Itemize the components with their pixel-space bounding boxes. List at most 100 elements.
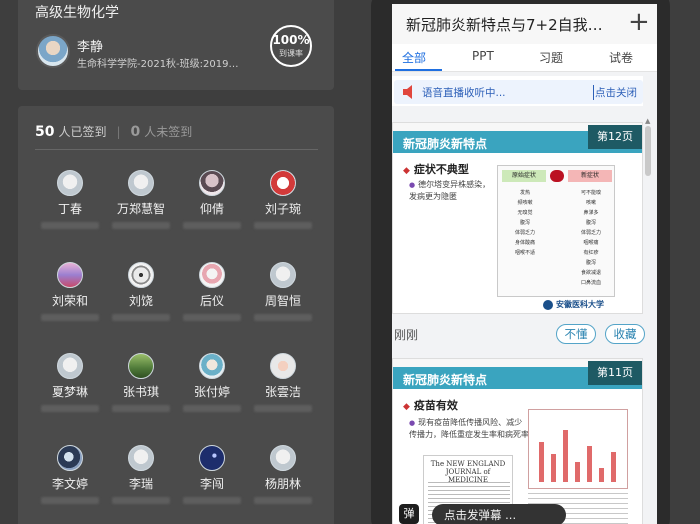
student-name: 刘荣和: [51, 294, 88, 308]
student-item[interactable]: 李闯: [177, 445, 247, 504]
student-name: 刘饶: [128, 294, 153, 308]
student-item[interactable]: 杨朋林: [248, 445, 318, 504]
teacher-avatar: [36, 34, 70, 68]
student-item[interactable]: 刘荣和: [35, 262, 105, 321]
symptom-comparison-table: 原始症状 新症状 发热 频咳嗽 无嗅觉 腹泻 体弱乏力 身体酸痛 咽喉不适 可不…: [497, 165, 615, 297]
arrow-icon: [550, 170, 564, 182]
attendance-rate-badge: 100% 到课率: [270, 25, 312, 67]
vaccine-chart-image: [528, 409, 628, 489]
student-id-blurred: [254, 314, 312, 321]
unsigned-label: 人未签到: [144, 125, 193, 139]
original-symptom-list: 发热 频咳嗽 无嗅觉 腹泻 体弱乏力 身体酸痛 咽喉不适: [514, 190, 535, 256]
student-id-blurred: [183, 314, 241, 321]
dont-understand-button[interactable]: 不懂: [556, 324, 596, 344]
student-id-blurred: [112, 497, 170, 504]
student-avatar: [57, 170, 83, 196]
ppt-slide-card[interactable]: 新冠肺炎新特点 第11页 疫苗有效 现有疫苗降低传播风险、减少传播力，降低重症发…: [392, 358, 643, 524]
teacher-name: 李静: [77, 40, 104, 55]
tab-all[interactable]: 全部: [402, 49, 426, 66]
student-id-blurred: [183, 222, 241, 229]
student-avatar: [128, 262, 154, 288]
student-item[interactable]: 刘子琬: [248, 170, 318, 229]
student-id-blurred: [254, 222, 312, 229]
student-item[interactable]: 仰倩: [177, 170, 247, 229]
content-tabs: 全部 PPT 习题 试卷: [392, 44, 657, 72]
ppt-slide-card[interactable]: 新冠肺炎新特点 第12页 症状不典型 德尔塔变异株感染，发病更为隐匿 原始症状 …: [392, 122, 643, 314]
student-avatar: [57, 262, 83, 288]
slide-sub-bullet: 德尔塔变异株感染，发病更为隐匿: [409, 179, 495, 202]
journal-title: The NEW ENGLAND JOURNAL of MEDICINE: [430, 460, 506, 484]
student-name: 刘子琬: [264, 202, 301, 216]
notice-text: 语音直播收听中...: [422, 87, 506, 99]
student-name: 丁春: [57, 202, 82, 216]
notice-box: 语音直播收听中... 点击关闭: [394, 80, 643, 104]
student-item[interactable]: 周智恒: [248, 262, 318, 321]
divider: [35, 149, 318, 150]
student-id-blurred: [41, 497, 99, 504]
student-avatar: [270, 445, 296, 471]
signed-label: 人已签到: [58, 125, 107, 139]
student-name: 后仪: [199, 294, 224, 308]
danmu-toggle-button[interactable]: 弹: [399, 504, 419, 524]
student-id-blurred: [183, 405, 241, 412]
tab-exercises[interactable]: 习题: [539, 49, 563, 66]
slide-time: 刚刚: [394, 328, 419, 342]
student-name: 李闯: [199, 477, 224, 491]
phone-top-bar: 新冠肺炎新特点与7+2自我健... +: [392, 4, 657, 44]
student-name: 张雲洁: [264, 385, 301, 399]
phone-screen: 新冠肺炎新特点与7+2自我健... + 全部 PPT 习题 试卷 语音直播收听中…: [392, 4, 657, 524]
scrollbar-track[interactable]: [645, 122, 653, 524]
student-avatar: [57, 353, 83, 379]
student-name: 周智恒: [264, 294, 301, 308]
student-name: 张付婷: [193, 385, 230, 399]
student-item[interactable]: 后仪: [177, 262, 247, 321]
student-avatar: [57, 445, 83, 471]
page-badge: 第11页: [588, 361, 642, 385]
unsigned-count: 0: [130, 124, 141, 140]
new-symptom-list: 可不能嗅 咳嗽 鼻涕多 腹泻 体弱乏力 咽喉痛 有红疹 腹泻 食欲减退 口鼻流血: [580, 190, 601, 286]
tab-ppt[interactable]: PPT: [472, 49, 494, 63]
student-item[interactable]: 夏梦琳: [35, 353, 105, 412]
slide-header: 新冠肺炎新特点 第11页: [393, 359, 642, 389]
live-audio-notice: 语音直播收听中... 点击关闭: [392, 76, 643, 106]
student-id-blurred: [112, 222, 170, 229]
student-item[interactable]: 张雲洁: [248, 353, 318, 412]
student-name: 李瑞: [128, 477, 153, 491]
student-item[interactable]: 万郑慧智: [106, 170, 176, 229]
page-badge: 第12页: [588, 125, 642, 149]
tab-exams[interactable]: 试卷: [609, 49, 633, 66]
student-avatar: [199, 170, 225, 196]
student-avatar: [128, 353, 154, 379]
course-card: 高级生物化学 李静 生命科学学院-2021秋-班级:2019级... 100% …: [18, 0, 334, 90]
slide-bullet: 症状不典型: [403, 161, 469, 177]
student-id-blurred: [183, 497, 241, 504]
signin-counts: 50 人已签到 | 0 人未签到: [35, 123, 192, 140]
lesson-title: 新冠肺炎新特点与7+2自我健...: [406, 16, 616, 34]
student-item[interactable]: 张书琪: [106, 353, 176, 412]
slide-header: 新冠肺炎新特点 第12页: [393, 123, 642, 153]
new-symptoms-header: 新症状: [568, 170, 612, 182]
student-name: 万郑慧智: [116, 202, 165, 216]
university-seal-icon: [543, 300, 553, 310]
student-id-blurred: [112, 314, 170, 321]
student-item[interactable]: 张付婷: [177, 353, 247, 412]
student-name: 夏梦琳: [51, 385, 88, 399]
danmu-input[interactable]: 点击发弹幕 ...: [432, 504, 566, 524]
student-avatar: [270, 353, 296, 379]
notice-close-link[interactable]: 点击关闭: [593, 85, 637, 100]
student-item[interactable]: 李瑞: [106, 445, 176, 504]
scrollbar-thumb[interactable]: [645, 126, 651, 176]
speaker-icon: [403, 85, 412, 99]
favorite-button[interactable]: 收藏: [605, 324, 645, 344]
scroll-up-icon[interactable]: ▲: [645, 117, 650, 125]
plus-icon[interactable]: +: [628, 8, 650, 36]
slide-meta-row: 刚刚 不懂 收藏: [392, 316, 645, 356]
student-item[interactable]: 丁春: [35, 170, 105, 229]
student-item[interactable]: 李文婷: [35, 445, 105, 504]
course-title: 高级生物化学: [35, 5, 119, 21]
student-avatar: [270, 262, 296, 288]
student-avatar: [128, 170, 154, 196]
student-name: 仰倩: [199, 202, 224, 216]
student-item[interactable]: 刘饶: [106, 262, 176, 321]
student-id-blurred: [112, 405, 170, 412]
